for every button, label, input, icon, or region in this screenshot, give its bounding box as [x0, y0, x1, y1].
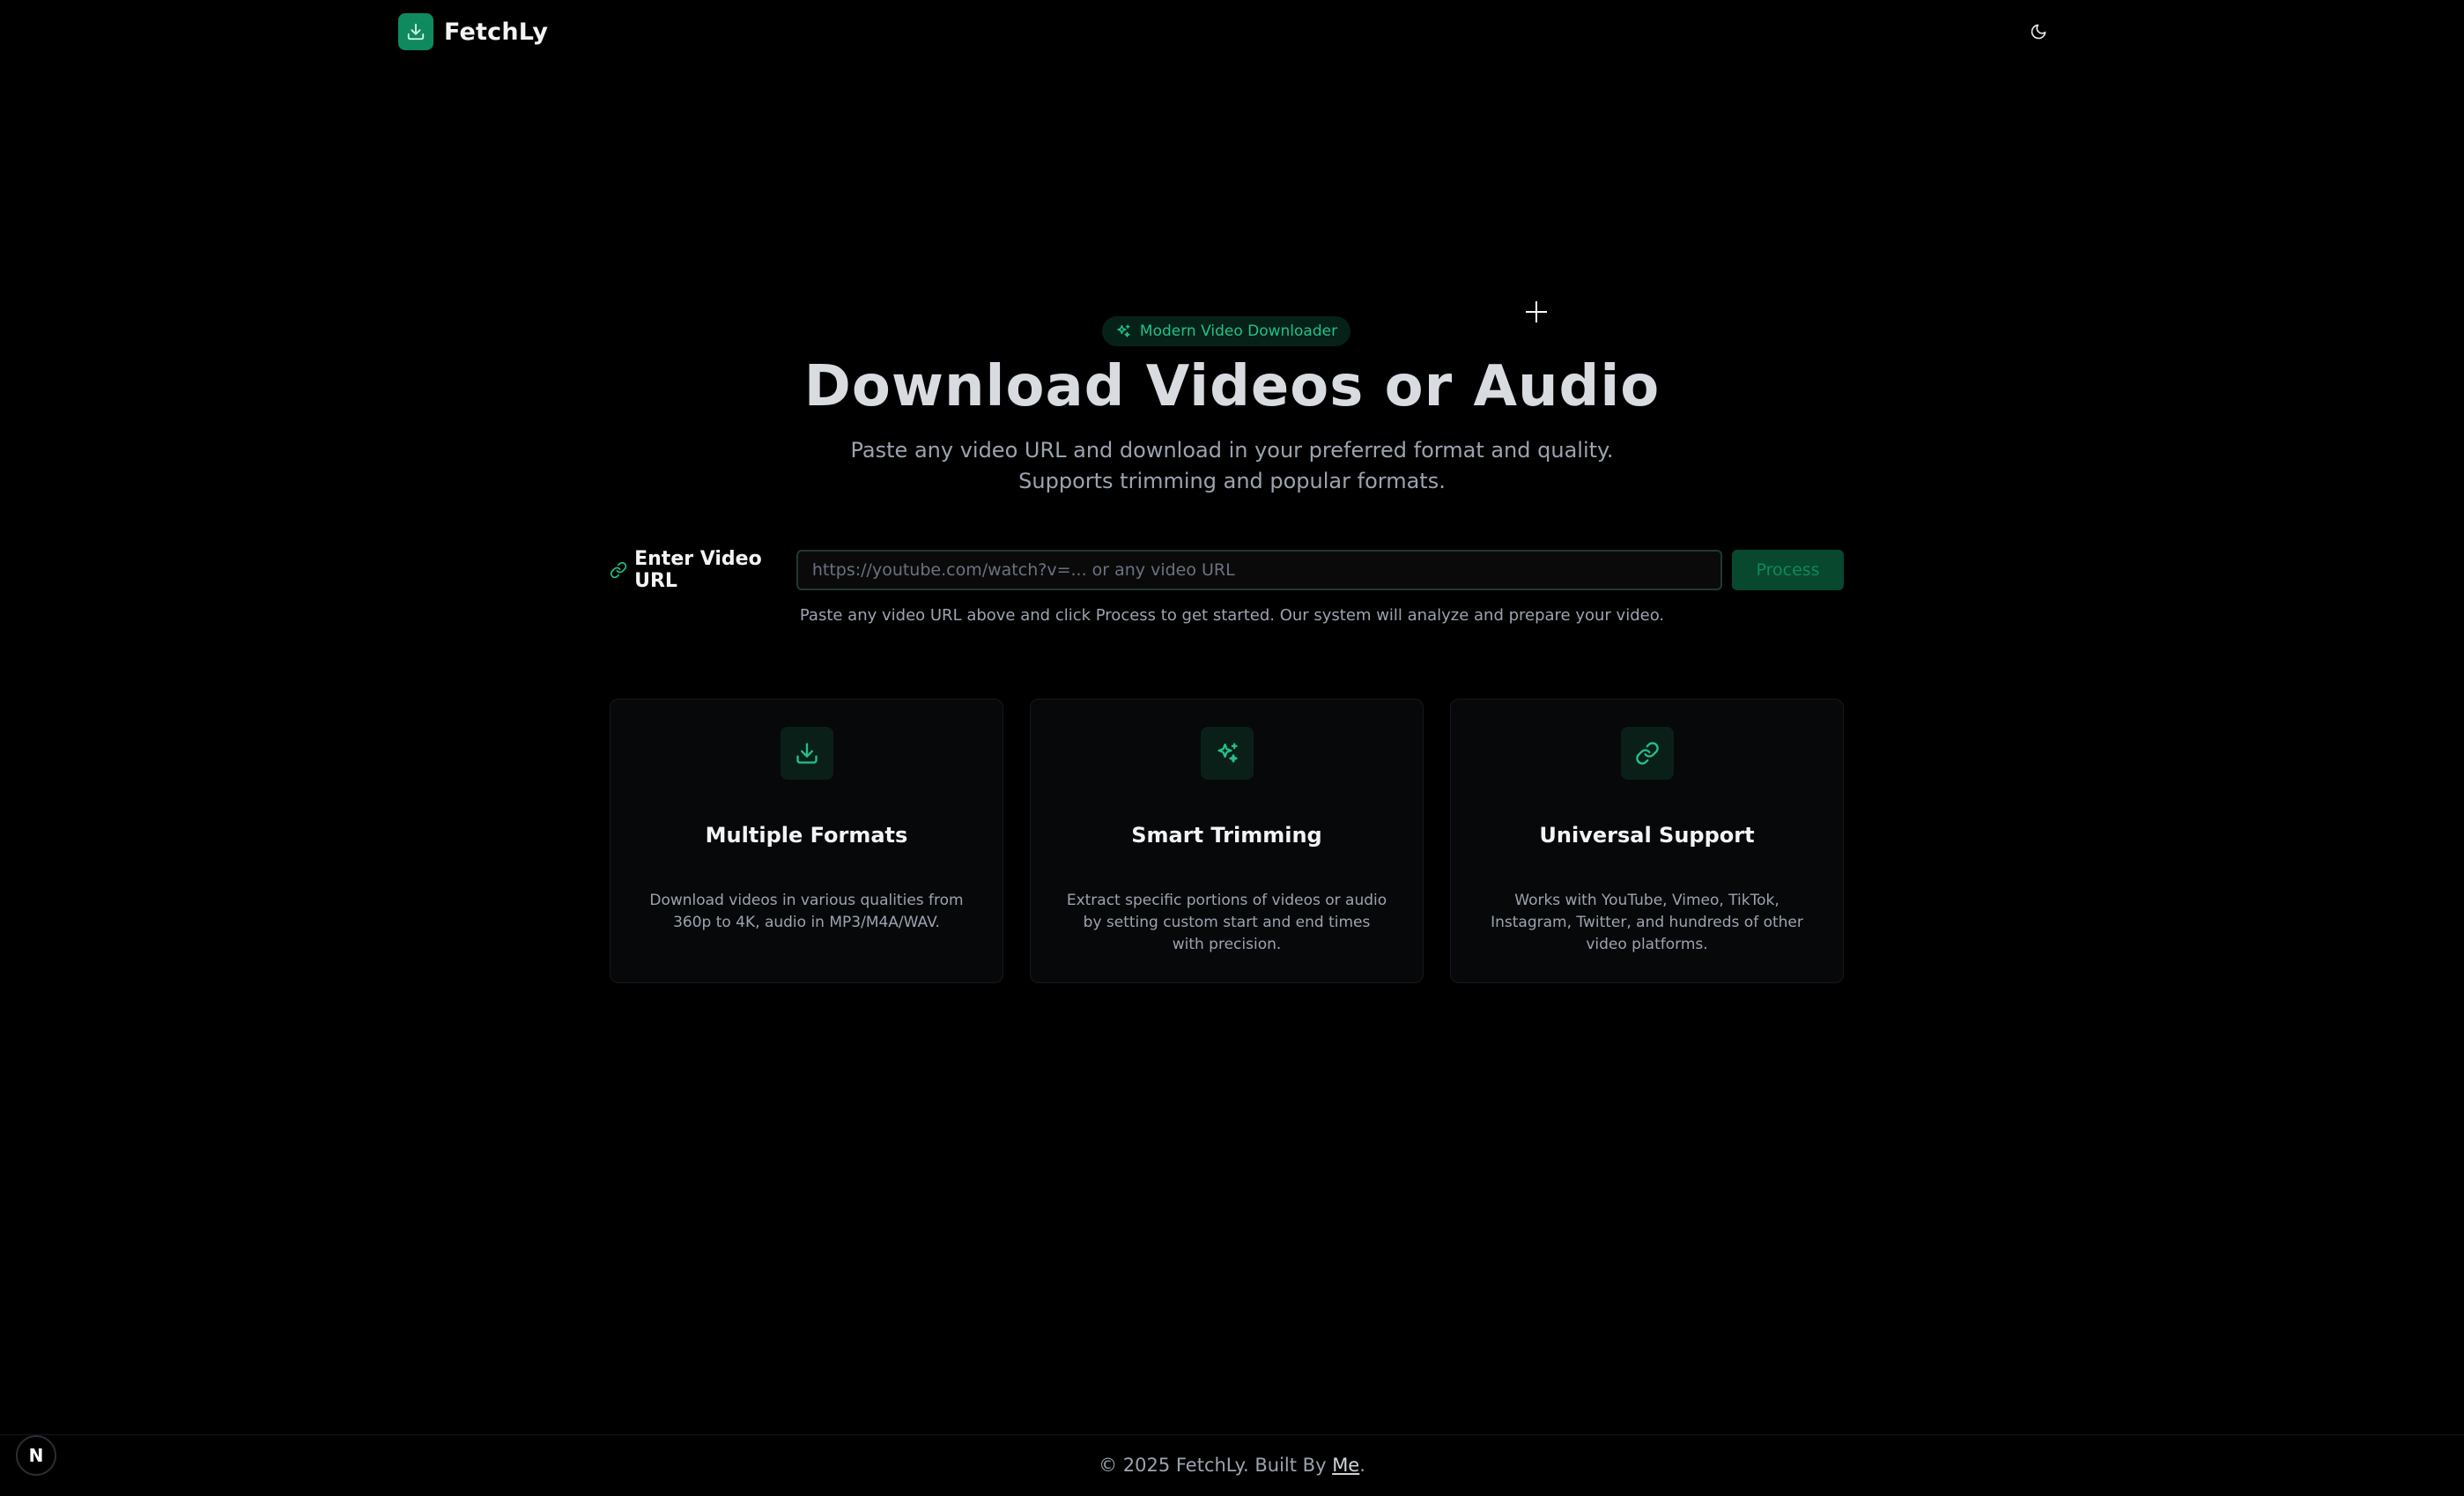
page-title: Download Videos or Audio	[803, 354, 1661, 419]
download-icon	[398, 13, 433, 50]
hero-subtitle-line2: Supports trimming and popular formats.	[1018, 469, 1446, 493]
link-icon	[610, 561, 627, 579]
url-label: Enter Video URL	[610, 548, 796, 592]
footer-divider	[0, 1434, 2464, 1435]
feature-description: Extract specific portions of videos or a…	[1066, 892, 1387, 953]
download-icon	[780, 727, 833, 780]
link-icon	[1620, 727, 1674, 780]
theme-toggle-button[interactable]	[2023, 16, 2054, 48]
sparkles-icon	[1117, 324, 1130, 337]
url-form: Enter Video URL Process	[610, 548, 1844, 592]
dev-tools-badge[interactable]: N	[16, 1435, 56, 1476]
site-footer: © 2025 FetchLy. Built By Me.	[0, 1455, 2464, 1476]
crosshair-cursor-icon	[1526, 301, 1547, 322]
feature-title: Smart Trimming	[1131, 823, 1322, 848]
video-url-input[interactable]	[795, 550, 1723, 590]
footer-text: © 2025 FetchLy. Built By	[1099, 1455, 1327, 1476]
feature-card-support: Universal Support Works with YouTube, Vi…	[1450, 699, 1844, 983]
footer-author-link[interactable]: Me	[1332, 1455, 1359, 1476]
hero-subtitle: Paste any video URL and download in your…	[0, 435, 2464, 497]
feature-title: Multiple Formats	[705, 823, 908, 848]
feature-description: Download videos in various qualities fro…	[649, 892, 964, 931]
dev-badge-label: N	[28, 1445, 44, 1466]
sparkles-icon	[1200, 727, 1254, 780]
feature-title: Universal Support	[1539, 823, 1755, 848]
feature-description: Works with YouTube, Vimeo, TikTok, Insta…	[1491, 892, 1803, 953]
feature-card-trimming: Smart Trimming Extract specific portions…	[1030, 699, 1424, 983]
footer-suffix: .	[1359, 1455, 1365, 1476]
feature-card-formats: Multiple Formats Download videos in vari…	[610, 699, 1003, 983]
hero-badge-label: Modern Video Downloader	[1139, 322, 1338, 340]
site-header: FetchLy	[0, 0, 2464, 63]
brand-name: FetchLy	[444, 18, 549, 46]
hero-subtitle-line1: Paste any video URL and download in your…	[850, 438, 1614, 463]
url-label-text: Enter Video URL	[634, 548, 762, 592]
url-hint: Paste any video URL above and click Proc…	[799, 606, 1665, 625]
hero-badge: Modern Video Downloader	[1102, 316, 1350, 346]
process-button[interactable]: Process	[1732, 550, 1844, 590]
moon-icon	[2031, 24, 2046, 40]
brand[interactable]: FetchLy	[398, 13, 548, 50]
